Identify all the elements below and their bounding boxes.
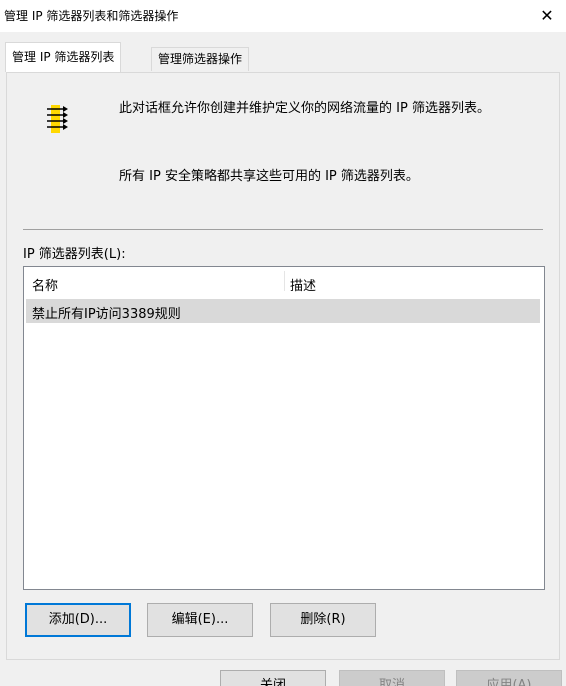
list-label: IP 筛选器列表(L): (23, 247, 126, 262)
column-separator[interactable] (284, 271, 285, 291)
list-header: 名称 描述 (24, 267, 544, 299)
edit-button[interactable]: 编辑(E)... (147, 603, 253, 637)
tab-ip-filter-lists[interactable]: 管理 IP 筛选器列表 (5, 42, 122, 72)
dialog-note: 所有 IP 安全策略都共享这些可用的 IP 筛选器列表。 (119, 169, 419, 184)
title-bar: 管理 IP 筛选器列表和筛选器操作 ✕ (0, 0, 566, 32)
remove-button[interactable]: 删除(R) (270, 603, 376, 637)
column-header-name[interactable]: 名称 (32, 275, 58, 294)
list-item[interactable]: 禁止所有IP访问3389规则 (26, 299, 540, 323)
add-button[interactable]: 添加(D)... (25, 603, 131, 637)
section-divider (23, 229, 543, 230)
window-title: 管理 IP 筛选器列表和筛选器操作 (4, 9, 179, 23)
ip-filter-listview[interactable]: 名称 描述 禁止所有IP访问3389规则 (23, 266, 545, 590)
tab-panel: 此对话框允许你创建并维护定义你的网络流量的 IP 筛选器列表。 所有 IP 安全… (6, 72, 560, 660)
dialog-description: 此对话框允许你创建并维护定义你的网络流量的 IP 筛选器列表。 (119, 101, 490, 116)
close-button[interactable]: 关闭 (220, 670, 326, 686)
close-icon[interactable]: ✕ (534, 4, 560, 28)
dialog-window: 管理 IP 筛选器列表和筛选器操作 ✕ 管理 IP 筛选器列表 管理筛选器操作 … (0, 0, 566, 686)
cancel-button[interactable]: 取消 (339, 670, 445, 686)
filter-list-icon (47, 105, 68, 133)
apply-button[interactable]: 应用(A) (456, 670, 562, 686)
tab-strip: 管理 IP 筛选器列表 管理筛选器操作 (0, 42, 566, 72)
column-header-description[interactable]: 描述 (290, 275, 316, 294)
list-item-name: 禁止所有IP访问3389规则 (32, 307, 181, 322)
tab-filter-actions[interactable]: 管理筛选器操作 (151, 47, 250, 71)
